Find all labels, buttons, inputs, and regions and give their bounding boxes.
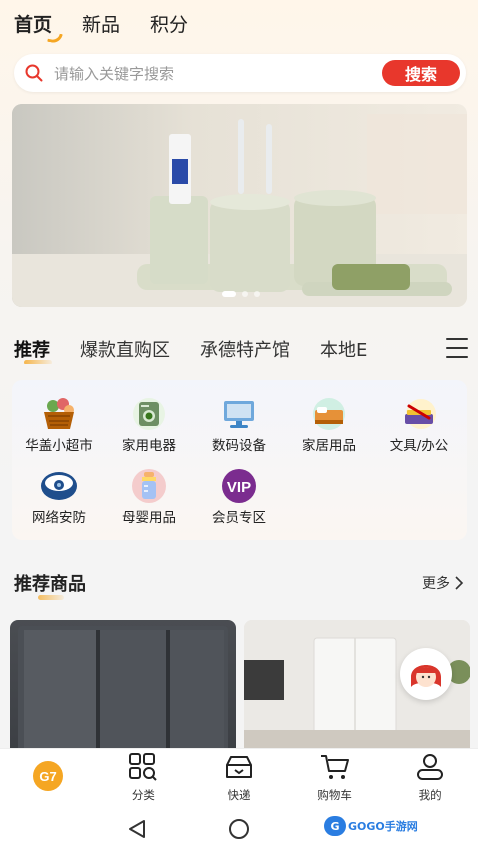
nav-cart[interactable]: 购物车 [287, 749, 383, 806]
search-button[interactable]: 搜索 [382, 60, 460, 86]
tab-chengde-specialty[interactable]: 承德特产馆 [200, 336, 290, 362]
grid-item-home-goods[interactable]: 家居用品 [284, 396, 374, 458]
grid-item-baby[interactable]: 母婴用品 [104, 468, 194, 530]
washing-machine-icon [128, 396, 170, 432]
grid-item-label: 母婴用品 [122, 510, 176, 526]
svg-text:VIP: VIP [227, 479, 251, 496]
bottom-navigation: G7 分类 快递 购物车 我的 [0, 748, 478, 806]
tab-points[interactable]: 积分 [150, 10, 188, 37]
more-link[interactable]: 更多 [422, 573, 464, 593]
grid-item-appliances[interactable]: 家用电器 [104, 396, 194, 458]
grid-item-grocery[interactable]: 华盖小超市 [14, 396, 104, 458]
banner-pagination [222, 291, 260, 297]
tab-home[interactable]: 首页 [14, 10, 63, 44]
banner-image [12, 104, 467, 307]
security-camera-icon [38, 468, 80, 504]
tab-local[interactable]: 本地E [320, 336, 367, 362]
category-icon [127, 752, 159, 785]
stationery-icon [398, 396, 440, 432]
promo-banner[interactable] [12, 104, 467, 307]
baby-bottle-icon [128, 468, 170, 504]
grid-item-label: 网络安防 [32, 510, 86, 526]
top-tabs: 首页 新品 积分 [14, 8, 188, 44]
chevron-right-icon [455, 576, 464, 590]
grid-item-label: 家用电器 [122, 438, 176, 454]
banner-dot [242, 291, 248, 297]
grid-item-vip[interactable]: VIP 会员专区 [194, 468, 284, 530]
grid-item-stationery[interactable]: 文具/办公 [374, 396, 464, 458]
category-grid: 华盖小超市 家用电器 数码设备 家居用品 文具/办公 网络安防 母婴用品 VIP… [12, 380, 467, 540]
banner-dot [254, 291, 260, 297]
category-menu-icon[interactable] [446, 338, 468, 358]
tab-home-label: 首页 [14, 13, 53, 36]
nav-profile[interactable]: 我的 [382, 749, 478, 806]
product-card[interactable] [10, 620, 236, 760]
grid-item-digital[interactable]: 数码设备 [194, 396, 284, 458]
watermark-logo: G GOGO手游网 [324, 816, 418, 836]
grocery-basket-icon [38, 396, 80, 432]
home-logo-icon: G7 [31, 759, 65, 797]
nav-label: 购物车 [317, 787, 352, 802]
grid-item-security[interactable]: 网络安防 [14, 468, 104, 530]
nav-home[interactable]: G7 [0, 749, 96, 806]
product-image [18, 626, 228, 760]
tab-hot-deals[interactable]: 爆款直购区 [80, 336, 170, 362]
search-bar[interactable]: 请输入关键字搜索 搜索 [14, 54, 466, 92]
banner-dot [222, 291, 236, 297]
section-title: 推荐商品 [14, 570, 86, 600]
nav-label: 分类 [131, 787, 155, 802]
more-label: 更多 [422, 576, 450, 592]
grid-item-label: 家居用品 [302, 438, 356, 454]
nav-label: 我的 [418, 787, 442, 802]
svg-text:G7: G7 [39, 769, 56, 784]
bed-icon [308, 396, 350, 432]
vip-icon: VIP [218, 468, 260, 504]
search-icon [14, 54, 54, 92]
grid-item-label: 会员专区 [212, 510, 266, 526]
computer-monitor-icon [218, 396, 260, 432]
watermark-icon: G [324, 816, 346, 836]
grid-item-label: 数码设备 [212, 438, 266, 454]
nav-delivery[interactable]: 快递 [191, 749, 287, 806]
profile-icon [414, 753, 446, 785]
cart-icon [319, 753, 351, 785]
back-icon[interactable] [126, 818, 148, 840]
category-tabs: 推荐 爆款直购区 承德特产馆 本地E [14, 334, 444, 364]
delivery-icon [223, 753, 255, 785]
grid-item-label: 华盖小超市 [25, 438, 93, 454]
nav-category[interactable]: 分类 [96, 749, 192, 806]
tab-new-label: 新品 [82, 13, 121, 36]
nav-label: 快递 [227, 787, 251, 802]
home-circle-icon[interactable] [228, 818, 250, 840]
watermark-text: GOGO手游网 [348, 820, 418, 833]
customer-service-icon[interactable] [400, 648, 452, 700]
tab-recommend[interactable]: 推荐 [14, 336, 52, 364]
grid-item-label: 文具/办公 [389, 438, 449, 454]
tab-points-label: 积分 [150, 13, 189, 36]
tab-new[interactable]: 新品 [82, 10, 120, 37]
